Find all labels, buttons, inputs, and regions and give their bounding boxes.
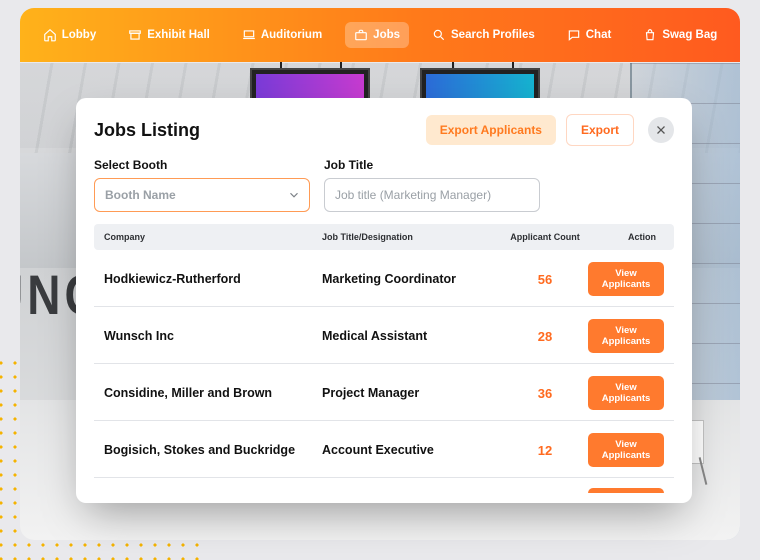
- nav-label: Search Profiles: [451, 29, 535, 41]
- chevron-down-icon: [287, 188, 301, 202]
- cell-title: Account Executive: [322, 443, 502, 457]
- cell-company: Considine, Miller and Brown: [104, 386, 322, 400]
- cell-title: Medical Assistant: [322, 329, 502, 343]
- view-applicants-button[interactable]: View Applicants: [588, 376, 664, 410]
- briefcase-icon: [354, 28, 368, 42]
- close-button[interactable]: [648, 117, 674, 143]
- view-applicants-button[interactable]: View Applicants: [588, 433, 664, 467]
- modal-title: Jobs Listing: [94, 120, 416, 141]
- laptop-icon: [242, 28, 256, 42]
- job-title-filter-label: Job Title: [324, 158, 540, 172]
- nav-search-profiles[interactable]: Search Profiles: [423, 22, 544, 48]
- job-title-input[interactable]: [324, 178, 540, 212]
- export-applicants-button[interactable]: Export Applicants: [426, 115, 556, 145]
- col-count: Applicant Count: [502, 232, 588, 242]
- nav-exhibit-hall[interactable]: Exhibit Hall: [119, 22, 219, 48]
- top-nav: Lobby Exhibit Hall Auditorium Jobs Searc…: [20, 8, 740, 62]
- booth-select[interactable]: Booth Name: [94, 178, 310, 212]
- bag-icon: [643, 28, 657, 42]
- nav-auditorium[interactable]: Auditorium: [233, 22, 331, 48]
- cell-title: Marketing Coordinator: [322, 272, 502, 286]
- nav-label: Auditorium: [261, 29, 322, 41]
- nav-label: Lobby: [62, 29, 97, 41]
- nav-label: Exhibit Hall: [147, 29, 210, 41]
- cell-company: Wunsch Inc: [104, 329, 322, 343]
- table-row: Bogisich, Stokes and Buckridge Account E…: [94, 421, 674, 478]
- cell-count: 36: [502, 386, 588, 401]
- view-applicants-button[interactable]: View Applicants: [588, 488, 664, 493]
- nav-label: Chat: [586, 29, 612, 41]
- booth-select-placeholder: Booth Name: [105, 188, 176, 202]
- nav-swag-bag[interactable]: Swag Bag: [634, 22, 726, 48]
- close-icon: [655, 124, 667, 136]
- booth-icon: [128, 28, 142, 42]
- home-icon: [43, 28, 57, 42]
- cell-company: Hodkiewicz-Rutherford: [104, 272, 322, 286]
- table-body: Hodkiewicz-Rutherford Marketing Coordina…: [94, 250, 674, 493]
- view-applicants-button[interactable]: View Applicants: [588, 319, 664, 353]
- nav-chat[interactable]: Chat: [558, 22, 621, 48]
- export-button[interactable]: Export: [566, 114, 634, 146]
- nav-lobby[interactable]: Lobby: [34, 22, 106, 48]
- nav-jobs[interactable]: Jobs: [345, 22, 409, 48]
- col-action: Action: [588, 232, 664, 242]
- view-applicants-button[interactable]: View Applicants: [588, 262, 664, 296]
- col-company: Company: [104, 232, 322, 242]
- nav-label: Jobs: [373, 29, 400, 41]
- search-icon: [432, 28, 446, 42]
- col-title: Job Title/Designation: [322, 232, 502, 242]
- jobs-listing-modal: Jobs Listing Export Applicants Export Se…: [76, 98, 692, 503]
- cell-title: Project Manager: [322, 386, 502, 400]
- table-row: Considine, Miller and Brown Project Mana…: [94, 364, 674, 421]
- cell-company: Bogisich, Stokes and Buckridge: [104, 443, 322, 457]
- chat-icon: [567, 28, 581, 42]
- table-header: Company Job Title/Designation Applicant …: [94, 224, 674, 250]
- nav-label: Swag Bag: [662, 29, 717, 41]
- table-row: Wunsch Inc Medical Assistant 28 View App…: [94, 307, 674, 364]
- table-row: Hodkiewicz-Rutherford Marketing Coordina…: [94, 250, 674, 307]
- cell-count: 28: [502, 329, 588, 344]
- cell-count: 56: [502, 272, 588, 287]
- cell-count: 12: [502, 443, 588, 458]
- table-row: Batz, Adams and Kling UX Designer & UI D…: [94, 478, 674, 493]
- booth-filter-label: Select Booth: [94, 158, 310, 172]
